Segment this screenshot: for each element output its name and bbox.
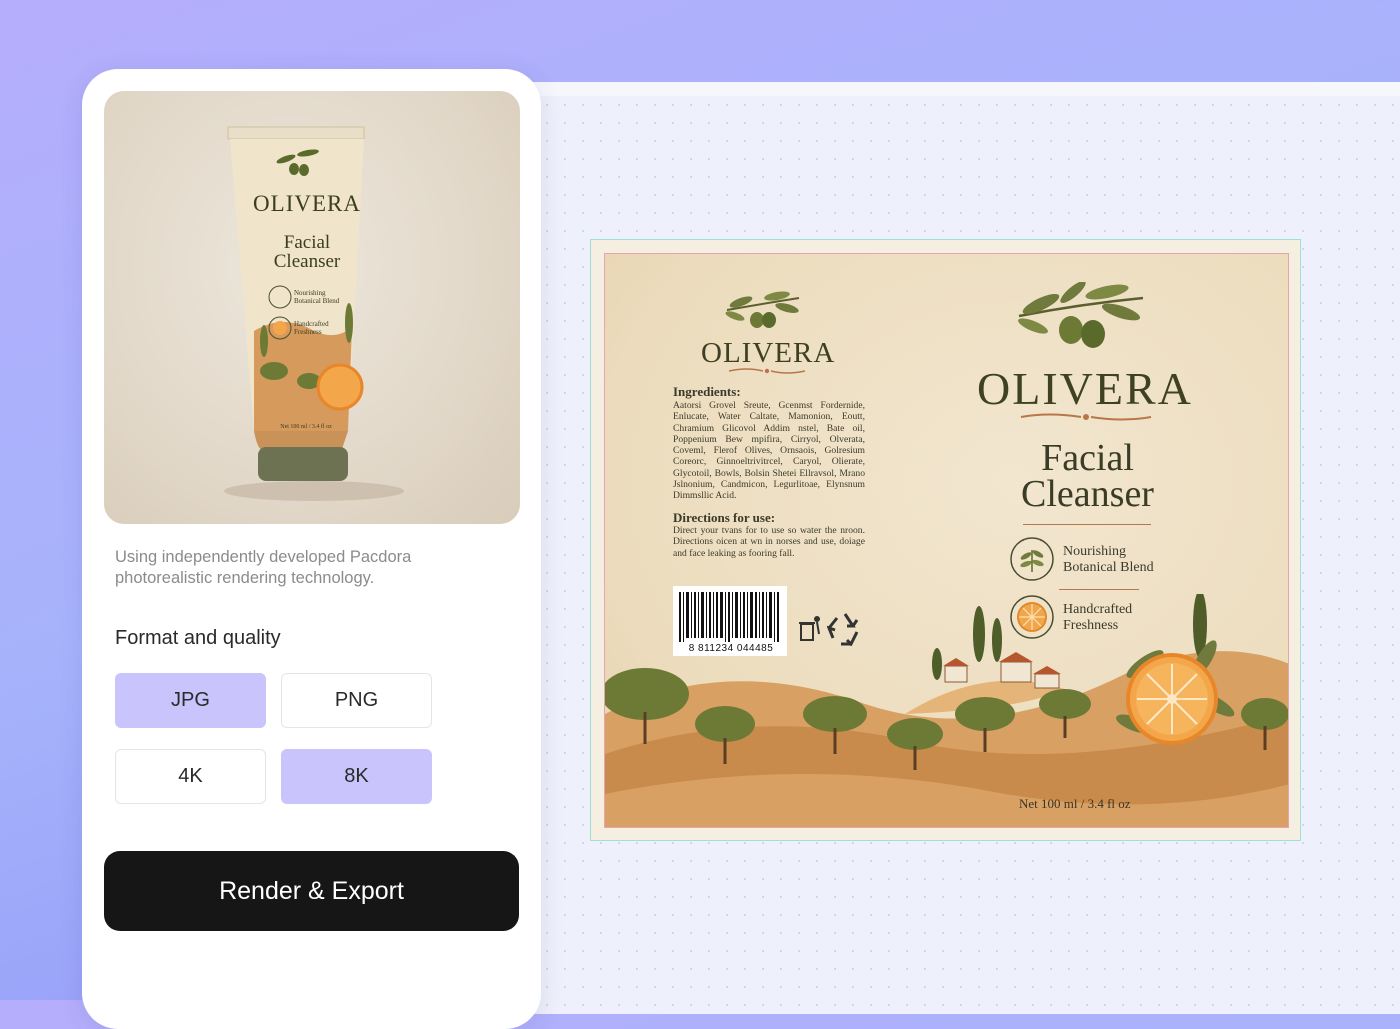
olive-branch-icon [725, 291, 800, 328]
product-preview: OLIVERA Facial Cleanser Nourishing Botan… [104, 91, 520, 524]
title-rule [1023, 524, 1151, 525]
badge1-line1: Nourishing [1063, 544, 1126, 559]
format-quality-title: Format and quality [115, 627, 281, 649]
format-option-jpg[interactable]: JPG [115, 673, 266, 728]
label-brand-small: OLIVERA [701, 337, 836, 369]
label-product-name: Facial Cleanser [985, 437, 1190, 515]
preview-net: Net 100 ml / 3.4 fl oz [280, 424, 332, 430]
render-description: Using independently developed Pacdora ph… [115, 548, 412, 587]
landscape-illustration [605, 594, 1288, 827]
preview-brand: OLIVERA [253, 191, 361, 216]
ingredients-title: Ingredients: [673, 384, 741, 399]
net-volume: Net 100 ml / 3.4 fl oz [1019, 796, 1131, 811]
preview-product-line2: Cleanser [273, 251, 341, 272]
botanical-leaf-icon [1010, 537, 1054, 581]
preview-badge2: Handcrafted Freshness [294, 320, 329, 336]
preview-product: Facial Cleanser [250, 233, 364, 271]
preview-product-line1: Facial [283, 232, 331, 253]
quality-option-8k[interactable]: 8K [281, 749, 432, 804]
badge1-line2: Botanical Blend [1063, 560, 1154, 575]
render-panel: OLIVERA Facial Cleanser Nourishing Botan… [82, 69, 541, 1029]
ornament-divider [728, 368, 806, 374]
label-brand-large: OLIVERA [977, 363, 1193, 414]
olive-branch-large-icon [1018, 282, 1144, 348]
product-line-2: Cleanser [1021, 473, 1154, 515]
badge-divider [1059, 589, 1139, 590]
render-export-button[interactable]: Render & Export [104, 851, 519, 931]
preview-badge1: Nourishing Botanical Blend [294, 289, 340, 305]
directions-title: Directions for use: [673, 510, 776, 525]
directions-text: Direct your tvans for to use so water th… [673, 525, 865, 559]
tube-mockup [224, 126, 404, 501]
format-option-png[interactable]: PNG [281, 673, 432, 728]
product-line-1: Facial [1041, 437, 1134, 479]
ornament-divider-large [1020, 413, 1152, 421]
ingredients-text: Aatorsi Grovel Sreute, Gcenmst Fordernid… [673, 400, 865, 502]
badge-nourishing: Nourishing Botanical Blend [1063, 544, 1154, 576]
quality-option-4k[interactable]: 4K [115, 749, 266, 804]
label-artwork[interactable]: OLIVERA Ingredients: Aatorsi Grovel Sreu… [604, 253, 1289, 828]
